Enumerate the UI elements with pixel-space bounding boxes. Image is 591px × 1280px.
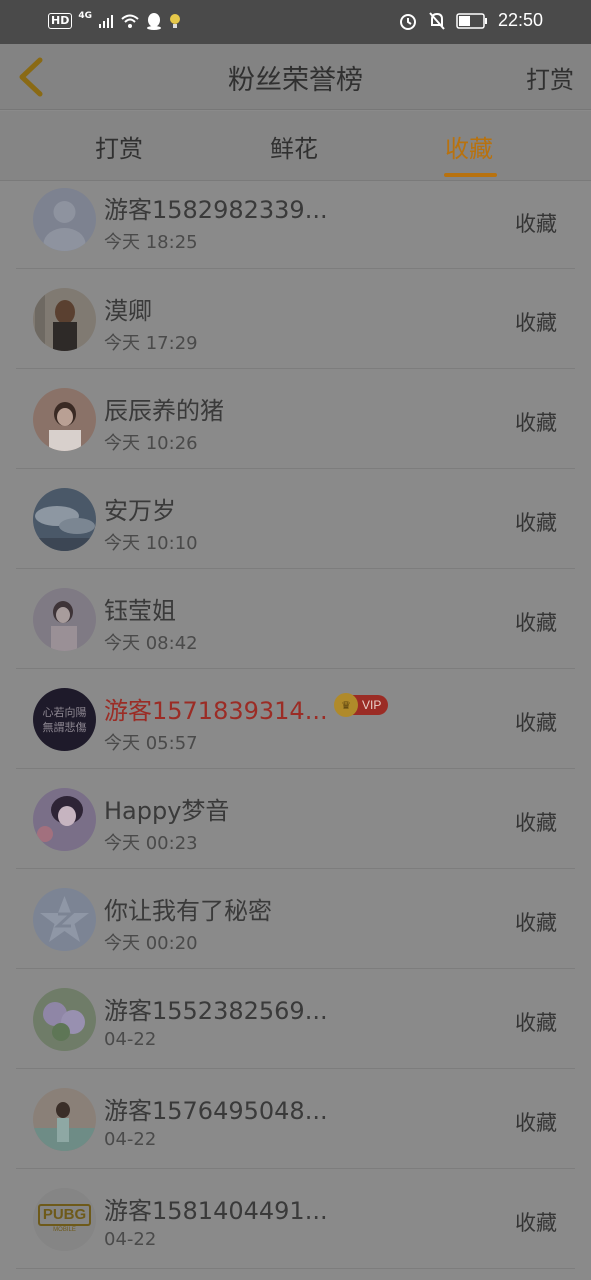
app-header: 粉丝荣誉榜 打赏	[0, 44, 591, 110]
avatar-text-line: PUBG	[37, 1204, 92, 1226]
list-item[interactable]: PUBG MOBILE 游客1581404491... 04-22 收藏	[16, 1169, 575, 1269]
wifi-icon	[121, 14, 139, 28]
avatar	[33, 488, 96, 551]
fan-time: 今天 08:42	[104, 633, 198, 654]
mute-bell-icon	[429, 11, 445, 30]
fan-name: 游客1581404491...	[104, 1197, 328, 1225]
fan-name: Happy梦音	[104, 797, 230, 825]
fan-time: 今天 17:29	[104, 333, 198, 354]
qq-penguin-icon	[147, 13, 161, 30]
fan-list: 游客1582982339... 今天 18:25 收藏 漠卿 今天 17:29 …	[16, 181, 575, 1269]
fan-name: 漠卿	[104, 297, 152, 325]
list-item[interactable]: 辰辰养的猪 今天 10:26 收藏	[16, 369, 575, 469]
signal-icon	[99, 15, 113, 28]
avatar	[33, 788, 96, 851]
fan-name: 游客1576495048...	[104, 1097, 328, 1125]
tab-bar: 打赏 鲜花 收藏	[0, 111, 591, 181]
fan-name: 辰辰养的猪	[104, 397, 224, 425]
avatar	[33, 1088, 96, 1151]
tab-reward[interactable]: 打赏	[95, 129, 143, 164]
fan-time: 今天 10:10	[104, 533, 198, 554]
action-label: 收藏	[515, 811, 557, 835]
action-label: 收藏	[515, 611, 557, 635]
status-bar: HD 4G 22:50	[0, 0, 591, 44]
list-item[interactable]: 钰莹姐 今天 08:42 收藏	[16, 569, 575, 669]
avatar-photo	[33, 388, 96, 451]
tab-favorites[interactable]: 收藏	[445, 129, 493, 164]
fan-name: 钰莹姐	[104, 597, 176, 625]
list-item[interactable]: 游客1552382569... 04-22 收藏	[16, 969, 575, 1069]
avatar	[33, 288, 96, 351]
avatar-photo	[33, 288, 96, 351]
avatar-text-line: 無謂悲傷	[42, 720, 87, 734]
status-right: 22:50	[398, 10, 543, 31]
fan-name: 你让我有了秘密	[104, 897, 272, 925]
fan-name: 游客1552382569...	[104, 997, 328, 1025]
action-label: 收藏	[515, 511, 557, 535]
avatar	[33, 588, 96, 651]
list-item[interactable]: 安万岁 今天 10:10 收藏	[16, 469, 575, 569]
fan-name: 游客1582982339...	[104, 196, 328, 224]
avatar-text-line: 心若向陽	[42, 705, 87, 719]
fan-time: 今天 10:26	[104, 433, 198, 454]
list-item[interactable]: 心若向陽 無謂悲傷 游客1571839314... ♛ VIP 今天 05:57…	[16, 669, 575, 769]
battery-icon	[456, 12, 487, 29]
active-tab-indicator	[444, 173, 497, 177]
reward-button[interactable]: 打赏	[526, 60, 574, 95]
fan-time: 今天 05:57	[104, 733, 198, 754]
action-label: 收藏	[515, 1111, 557, 1135]
list-item[interactable]: 漠卿 今天 17:29 收藏	[16, 269, 575, 369]
action-label: 收藏	[515, 711, 557, 735]
fan-time: 今天 00:23	[104, 833, 198, 854]
lightbulb-icon	[170, 14, 180, 28]
avatar-photo	[33, 988, 96, 1051]
clock: 22:50	[497, 10, 543, 30]
avatar-photo	[33, 488, 96, 551]
action-label: 收藏	[515, 411, 557, 435]
default-user-icon	[43, 201, 86, 251]
crown-icon: ♛	[334, 693, 358, 717]
fan-name: 游客1571839314...	[104, 697, 328, 725]
network-type-label: 4G	[78, 11, 92, 21]
action-label: 收藏	[515, 311, 557, 335]
hd-icon: HD	[48, 13, 73, 29]
fan-name: 安万岁	[104, 497, 176, 525]
vip-badge: ♛ VIP	[334, 693, 389, 717]
avatar	[33, 988, 96, 1051]
fan-time: 04-22	[104, 1029, 157, 1050]
alarm-icon	[399, 13, 416, 30]
avatar-photo	[33, 788, 96, 851]
tab-flowers[interactable]: 鲜花	[270, 129, 318, 164]
avatar-photo	[33, 1088, 96, 1151]
fan-time: 今天 18:25	[104, 232, 198, 253]
fan-time: 04-22	[104, 1229, 157, 1250]
avatar	[33, 388, 96, 451]
list-item[interactable]: 你让我有了秘密 今天 00:20 收藏	[16, 869, 575, 969]
list-item[interactable]: 游客1582982339... 今天 18:25 收藏	[16, 181, 575, 269]
action-label: 收藏	[515, 1211, 557, 1235]
qq-star-icon	[40, 896, 89, 942]
avatar	[33, 888, 96, 951]
fan-time: 04-22	[104, 1129, 157, 1150]
action-label: 收藏	[515, 1011, 557, 1035]
avatar-text-line: MOBILE	[53, 1227, 76, 1233]
page-title: 粉丝荣誉榜	[228, 65, 363, 96]
action-label: 收藏	[515, 911, 557, 935]
list-item[interactable]: 游客1576495048... 04-22 收藏	[16, 1069, 575, 1169]
status-left: HD 4G	[48, 11, 182, 30]
list-item[interactable]: Happy梦音 今天 00:23 收藏	[16, 769, 575, 869]
avatar	[33, 188, 96, 251]
avatar-photo	[33, 588, 96, 651]
avatar: 心若向陽 無謂悲傷	[33, 688, 96, 751]
fan-time: 今天 00:20	[104, 933, 198, 954]
avatar: PUBG MOBILE	[33, 1188, 96, 1251]
action-label: 收藏	[515, 212, 557, 236]
